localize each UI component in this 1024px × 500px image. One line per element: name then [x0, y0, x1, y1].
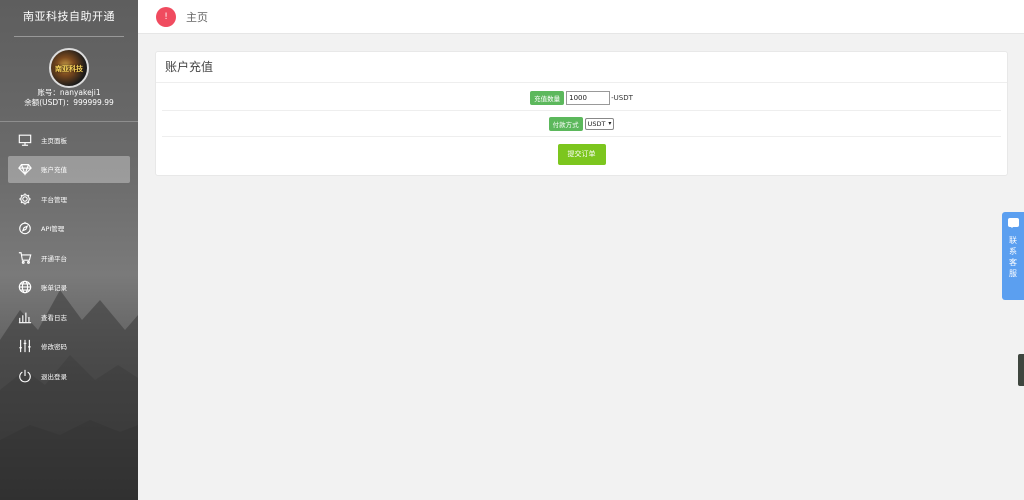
chevron-down-icon: ▾: [608, 120, 612, 127]
bar-chart-icon: [16, 310, 34, 324]
sidebar-item-dashboard[interactable]: 主页面板: [8, 126, 130, 153]
sidebar-item-label: 修改密码: [41, 343, 67, 351]
chat-bubble-icon: [1007, 218, 1019, 228]
sidebar: 南亚科技自助开通 南亚科技 账号：nanyakeji1 余额(USDT)：999…: [0, 0, 138, 500]
sidebar-item-platform[interactable]: 平台管理: [8, 185, 130, 212]
account-balance: 余额(USDT)：999999.99: [24, 98, 114, 107]
compass-icon: [16, 221, 34, 235]
account-name: 账号：nanyakeji1: [37, 88, 101, 97]
sliders-icon: [16, 339, 34, 353]
divider: [0, 121, 138, 122]
globe-icon: [16, 280, 34, 294]
gear-icon: [16, 192, 34, 206]
amount-unit: -USDT: [611, 93, 633, 102]
sidebar-item-api[interactable]: API管理: [8, 215, 130, 242]
sidebar-item-recharge[interactable]: 账户充值: [8, 155, 130, 183]
payment-method-value: USDT: [587, 119, 606, 128]
sidebar-item-open-platform[interactable]: 开通平台: [8, 244, 130, 271]
sidebar-item-label: 账户充值: [41, 166, 67, 174]
customer-service-tab[interactable]: 联系客服: [1002, 212, 1024, 300]
sidebar-item-password[interactable]: 修改密码: [8, 333, 130, 360]
monitor-icon: [16, 133, 34, 147]
sidebar-item-bills[interactable]: 账单记录: [8, 274, 130, 301]
sidebar-item-logout[interactable]: 退出登录: [8, 362, 130, 389]
avatar[interactable]: 南亚科技: [49, 48, 89, 88]
customer-service-label: 联系客服: [1009, 236, 1017, 278]
payment-method-label: 付款方式: [548, 116, 583, 131]
payment-method-row: 付款方式 USDT ▾: [162, 111, 1001, 137]
amount-label: 充值数量: [530, 90, 565, 105]
side-handle[interactable]: [1018, 354, 1024, 386]
breadcrumb[interactable]: 主页: [186, 9, 208, 25]
recharge-panel: 账户充值 充值数量 -USDT 付款方式 USDT ▾ 提交订单: [155, 51, 1008, 176]
cart-icon: [16, 251, 34, 265]
avatar-text: 南亚科技: [55, 65, 83, 73]
page-title: 账户充值: [156, 52, 1007, 83]
menu-toggle-button[interactable]: !: [156, 6, 176, 27]
sidebar-item-label: 平台管理: [41, 195, 67, 204]
amount-row: 充值数量 -USDT: [162, 85, 1001, 111]
amount-input[interactable]: [566, 90, 611, 105]
sidebar-item-label: 开通平台: [41, 254, 67, 263]
submit-row: 提交订单: [162, 137, 1001, 171]
sidebar-item-label: 查看日志: [41, 313, 67, 322]
sidebar-menu: 主页面板 账户充值 平台管理 API管理 开通平台 账单记录 查看日志 修改密码…: [0, 126, 138, 389]
sidebar-item-label: 账单记录: [41, 284, 67, 292]
app-brand: 南亚科技自助开通: [23, 10, 115, 23]
user-profile: 南亚科技 账号：nanyakeji1 余额(USDT)：999999.99: [0, 37, 138, 121]
top-bar: ! 主页: [138, 0, 1024, 34]
power-icon: [16, 369, 34, 383]
sidebar-item-label: 主页面板: [41, 136, 67, 145]
submit-order-button[interactable]: 提交订单: [557, 143, 606, 165]
sidebar-item-logs[interactable]: 查看日志: [8, 303, 130, 330]
sidebar-item-label: API管理: [41, 225, 65, 233]
diamond-icon: [16, 162, 34, 176]
sidebar-item-label: 退出登录: [41, 372, 67, 381]
payment-method-select[interactable]: USDT ▾: [584, 117, 615, 130]
